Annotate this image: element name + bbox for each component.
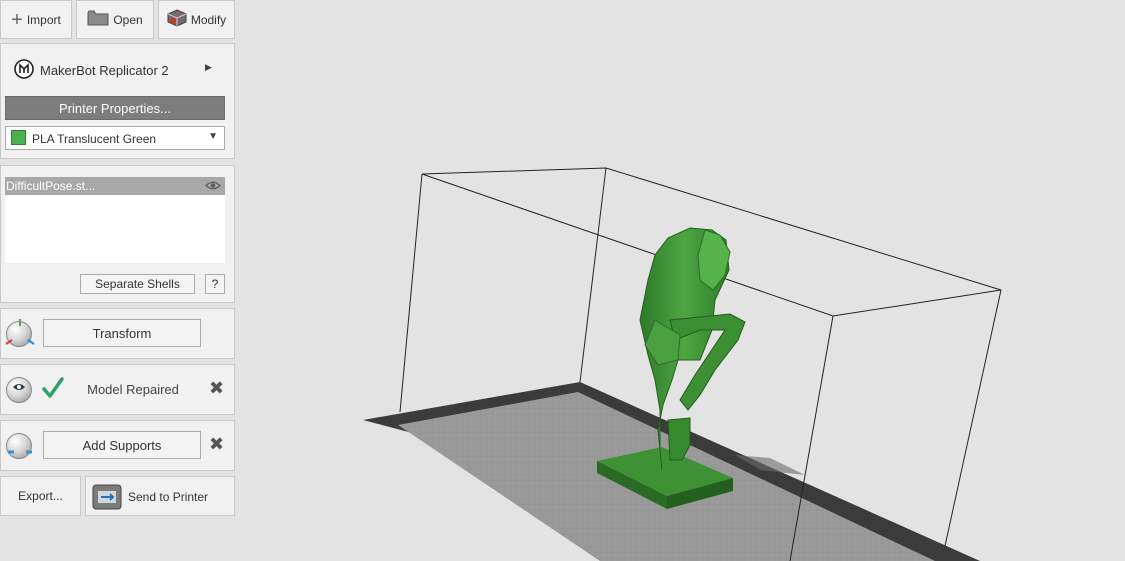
printer-icon — [92, 483, 122, 514]
material-color-swatch — [11, 130, 26, 145]
arrow-right-icon[interactable]: ▶ — [205, 62, 212, 73]
repair-status: Model Repaired — [87, 382, 179, 397]
separate-shells-button[interactable]: Separate Shells — [80, 274, 195, 294]
transform-button[interactable]: Transform — [43, 319, 201, 347]
supports-base-icon — [8, 450, 32, 454]
help-button[interactable]: ? — [205, 274, 225, 294]
add-supports-button[interactable]: Add Supports — [43, 431, 201, 459]
tools-icon[interactable]: ✖ — [209, 434, 224, 455]
transform-axes-icon — [5, 319, 35, 345]
plus-icon: + — [11, 8, 23, 31]
makerbot-logo-icon — [14, 59, 34, 82]
modify-cube-icon — [167, 9, 187, 30]
import-button[interactable]: + Import — [0, 0, 72, 39]
eye-icon[interactable] — [205, 180, 221, 194]
open-button[interactable]: Open — [76, 0, 154, 39]
modify-button[interactable]: Modify — [158, 0, 235, 39]
printer-properties-button[interactable]: Printer Properties... — [5, 96, 225, 120]
checkmark-icon — [42, 377, 64, 398]
printer-name: MakerBot Replicator 2 — [40, 63, 169, 78]
repair-eye-icon — [13, 384, 25, 390]
printer-selector[interactable]: MakerBot Replicator 2 — [14, 59, 169, 82]
material-select[interactable]: PLA Translucent Green ▼ — [5, 126, 225, 150]
build-viewport[interactable] — [236, 0, 1125, 561]
folder-icon — [87, 10, 109, 29]
dropdown-arrow-icon: ▼ — [208, 131, 218, 142]
tools-icon[interactable]: ✖ — [209, 378, 224, 399]
send-to-printer-button[interactable]: Send to Printer — [85, 476, 235, 516]
export-button[interactable]: Export... — [0, 476, 81, 516]
list-item[interactable]: DifficultPose.st... — [5, 177, 225, 195]
